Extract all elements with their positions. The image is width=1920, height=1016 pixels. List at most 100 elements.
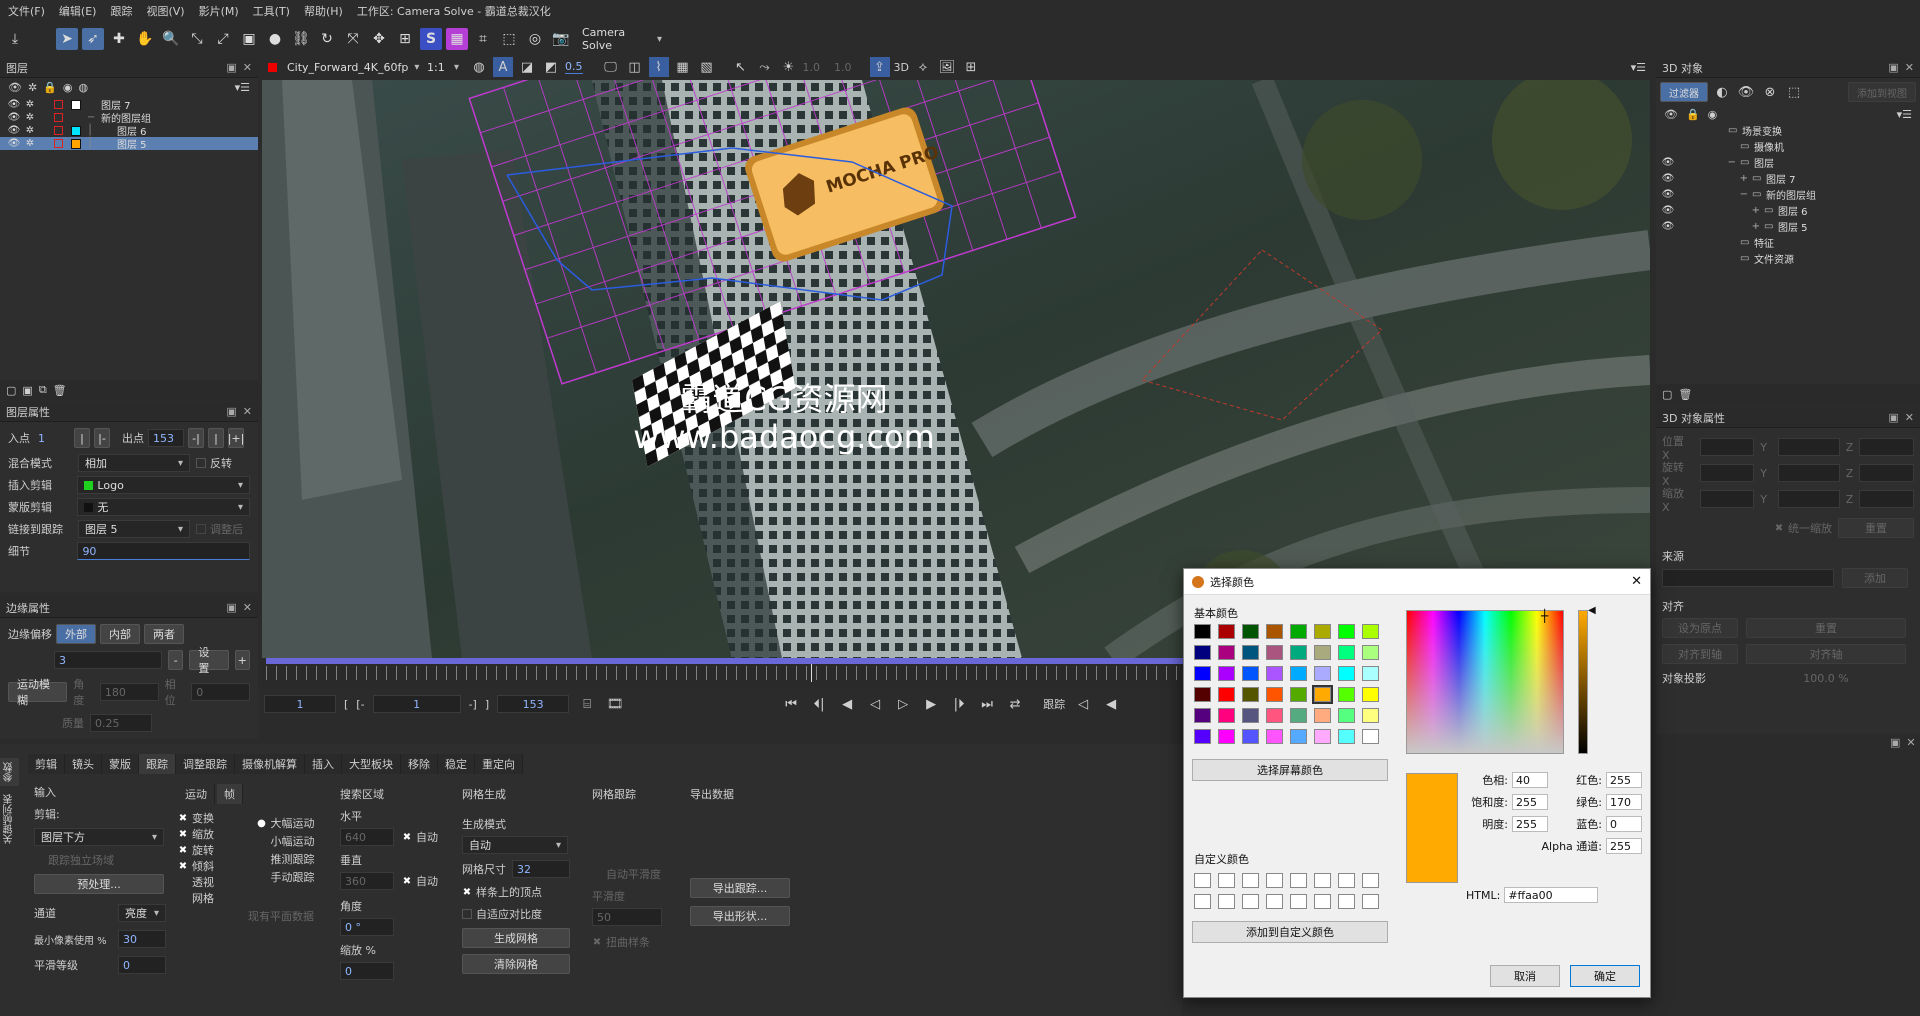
motion-radio[interactable]: 手动跟踪 bbox=[257, 868, 315, 886]
custom-color-swatch[interactable] bbox=[1338, 873, 1355, 888]
module-tab[interactable]: 跟踪 bbox=[139, 754, 176, 774]
green-field[interactable]: 170 bbox=[1606, 794, 1642, 810]
zoom-tool-icon[interactable]: 🔍 bbox=[160, 28, 182, 50]
in-frame-field[interactable]: 1 bbox=[264, 695, 336, 713]
module-tab[interactable]: 摄像机解算 bbox=[235, 754, 305, 774]
alpha-field[interactable]: 255 bbox=[1606, 838, 1642, 854]
timeline-ruler[interactable] bbox=[266, 666, 1186, 680]
matte-view-icon[interactable]: ◩ bbox=[541, 57, 561, 77]
select-b-tool-icon[interactable]: ➶ bbox=[82, 28, 104, 50]
float-icon[interactable]: ▣ bbox=[1888, 61, 1898, 74]
float-icon[interactable]: ▣ bbox=[226, 601, 236, 614]
motion-checkbox[interactable]: 透视 bbox=[178, 874, 214, 890]
menu-movie[interactable]: 影片(M) bbox=[199, 3, 239, 19]
loop-icon[interactable]: ⇄ bbox=[1005, 694, 1025, 714]
red-box-icon[interactable] bbox=[54, 139, 63, 148]
link-tool-icon[interactable]: ⛓ bbox=[290, 28, 312, 50]
obj3d-tree-item[interactable]: 👁 − ▭ 新的图层组 bbox=[1656, 186, 1920, 202]
custom-color-swatch[interactable] bbox=[1266, 873, 1283, 888]
close-icon[interactable]: ✕ bbox=[243, 405, 252, 418]
motion-checkbox[interactable]: ✖ 倾斜 bbox=[178, 858, 214, 874]
grid-view-icon[interactable]: ▦ bbox=[673, 57, 693, 77]
custom-color-swatch[interactable] bbox=[1362, 894, 1379, 909]
blur-phase-field[interactable]: 0 bbox=[191, 683, 250, 701]
play-back-icon[interactable]: ◀ bbox=[837, 694, 857, 714]
basic-color-swatch[interactable] bbox=[1362, 687, 1379, 702]
adaptive-contrast-checkbox[interactable]: 自适应对比度 bbox=[462, 906, 542, 922]
saturation-field[interactable]: 255 bbox=[1512, 794, 1548, 810]
basic-color-swatch[interactable] bbox=[1314, 645, 1331, 660]
grid-tool-icon[interactable]: ⊞ bbox=[394, 28, 416, 50]
hide-icon[interactable]: ⊗ bbox=[1760, 82, 1780, 102]
layout-icon[interactable]: ◫ bbox=[625, 57, 645, 77]
cog-icon[interactable]: ✲ bbox=[22, 112, 38, 123]
module-tab[interactable]: 调整跟踪 bbox=[176, 754, 235, 774]
link-view-icon[interactable]: ⤳ bbox=[755, 57, 775, 77]
custom-color-swatch[interactable] bbox=[1218, 873, 1235, 888]
input-clip-select[interactable]: 图层下方 bbox=[34, 828, 164, 846]
x-field[interactable] bbox=[1699, 438, 1755, 456]
red-box-icon[interactable] bbox=[54, 113, 63, 122]
basic-color-swatch[interactable] bbox=[1362, 729, 1379, 744]
align-axis-button[interactable]: 对齐轴 bbox=[1746, 644, 1906, 664]
track-back-step-icon[interactable]: ◀ bbox=[1101, 694, 1121, 714]
target-icon[interactable]: ◎ bbox=[524, 28, 546, 50]
value-field[interactable]: 255 bbox=[1512, 816, 1548, 832]
basic-color-swatch[interactable] bbox=[1266, 729, 1283, 744]
custom-color-swatch[interactable] bbox=[1266, 894, 1283, 909]
motion-blur-button[interactable]: 运动模糊 bbox=[8, 678, 68, 707]
y-field[interactable] bbox=[1777, 438, 1840, 456]
go-out-icon[interactable]: -] bbox=[469, 698, 477, 711]
basic-color-swatch[interactable] bbox=[1362, 708, 1379, 723]
rect-tool-icon[interactable]: ▣ bbox=[238, 28, 260, 50]
surface-s-icon[interactable]: S bbox=[420, 28, 442, 50]
basic-color-swatch[interactable] bbox=[1218, 729, 1235, 744]
monitor-icon[interactable]: 🖵 bbox=[601, 57, 621, 77]
adjusted-checkbox[interactable]: 调整后 bbox=[196, 521, 243, 537]
side-tab-keyframes[interactable]: 关键帧列表 bbox=[0, 790, 19, 848]
axis-icon[interactable]: ⟡ bbox=[913, 57, 933, 77]
scale-field[interactable]: 0 bbox=[340, 962, 394, 980]
new-group-icon[interactable]: ▣ bbox=[22, 384, 32, 397]
vert-auto-checkbox[interactable]: ✖ 自动 bbox=[402, 873, 438, 889]
z-field[interactable] bbox=[1859, 438, 1914, 456]
film-icon[interactable]: 🎞 bbox=[605, 694, 625, 714]
basic-color-swatch[interactable] bbox=[1314, 624, 1331, 639]
go-end-icon[interactable]: ⏭ bbox=[977, 694, 997, 714]
bezier-tool-icon[interactable]: ⤢ bbox=[212, 28, 234, 50]
basic-color-swatch[interactable] bbox=[1194, 624, 1211, 639]
scale-tool-icon[interactable]: ⤧ bbox=[342, 28, 364, 50]
obj3d-menu-icon[interactable]: ▾☰ bbox=[1897, 108, 1912, 121]
uniform-scale-checkbox[interactable]: ✖ 统一缩放 bbox=[1774, 520, 1832, 536]
clear-mesh-button[interactable]: 清除网格 bbox=[462, 954, 570, 974]
basic-color-swatch[interactable] bbox=[1338, 624, 1355, 639]
warp-spline-checkbox[interactable]: ✖ 扭曲样条 bbox=[592, 934, 650, 950]
clip-select[interactable]: City_Forward_4K_60fp bbox=[281, 58, 417, 76]
close-icon[interactable]: ✕ bbox=[243, 61, 252, 74]
detail-field[interactable]: 90 bbox=[77, 542, 250, 560]
cog-icon[interactable]: ✲ bbox=[22, 99, 38, 110]
invert-checkbox[interactable]: 反转 bbox=[196, 455, 232, 471]
camera-icon[interactable]: 📷 bbox=[550, 28, 572, 50]
viewer-menu-icon[interactable]: ▾☰ bbox=[1631, 61, 1646, 74]
float-icon[interactable]: ▣ bbox=[226, 405, 236, 418]
export-shape-button[interactable]: 导出形状... bbox=[690, 906, 790, 926]
track-back-icon[interactable]: ◁ bbox=[1073, 694, 1093, 714]
side-tab-params[interactable]: 参数 bbox=[0, 758, 19, 786]
edge-inside-tab[interactable]: 内部 bbox=[100, 624, 140, 644]
module-tab[interactable]: 稳定 bbox=[438, 754, 475, 774]
min-pixel-field[interactable]: 30 bbox=[118, 930, 166, 948]
layer-row[interactable]: 👁 ✲ │ 图层 5 bbox=[0, 137, 258, 151]
layer-color-swatch[interactable] bbox=[71, 99, 81, 110]
hand-tool-icon[interactable]: ✋ bbox=[134, 28, 156, 50]
x-spline-tool-icon[interactable]: ⤡ bbox=[186, 28, 208, 50]
select-tool-icon[interactable]: ➤ bbox=[56, 28, 78, 50]
basic-color-swatch[interactable] bbox=[1242, 729, 1259, 744]
basic-color-swatch[interactable] bbox=[1362, 624, 1379, 639]
playhead[interactable] bbox=[811, 664, 812, 682]
eye-icon[interactable]: 👁 bbox=[6, 99, 22, 110]
motion-checkbox[interactable]: ✖ 旋转 bbox=[178, 842, 214, 858]
play-icon[interactable]: ▶ bbox=[921, 694, 941, 714]
go-in-icon[interactable]: [- bbox=[356, 698, 364, 711]
stabilize-icon[interactable]: ⇪ bbox=[869, 57, 890, 77]
